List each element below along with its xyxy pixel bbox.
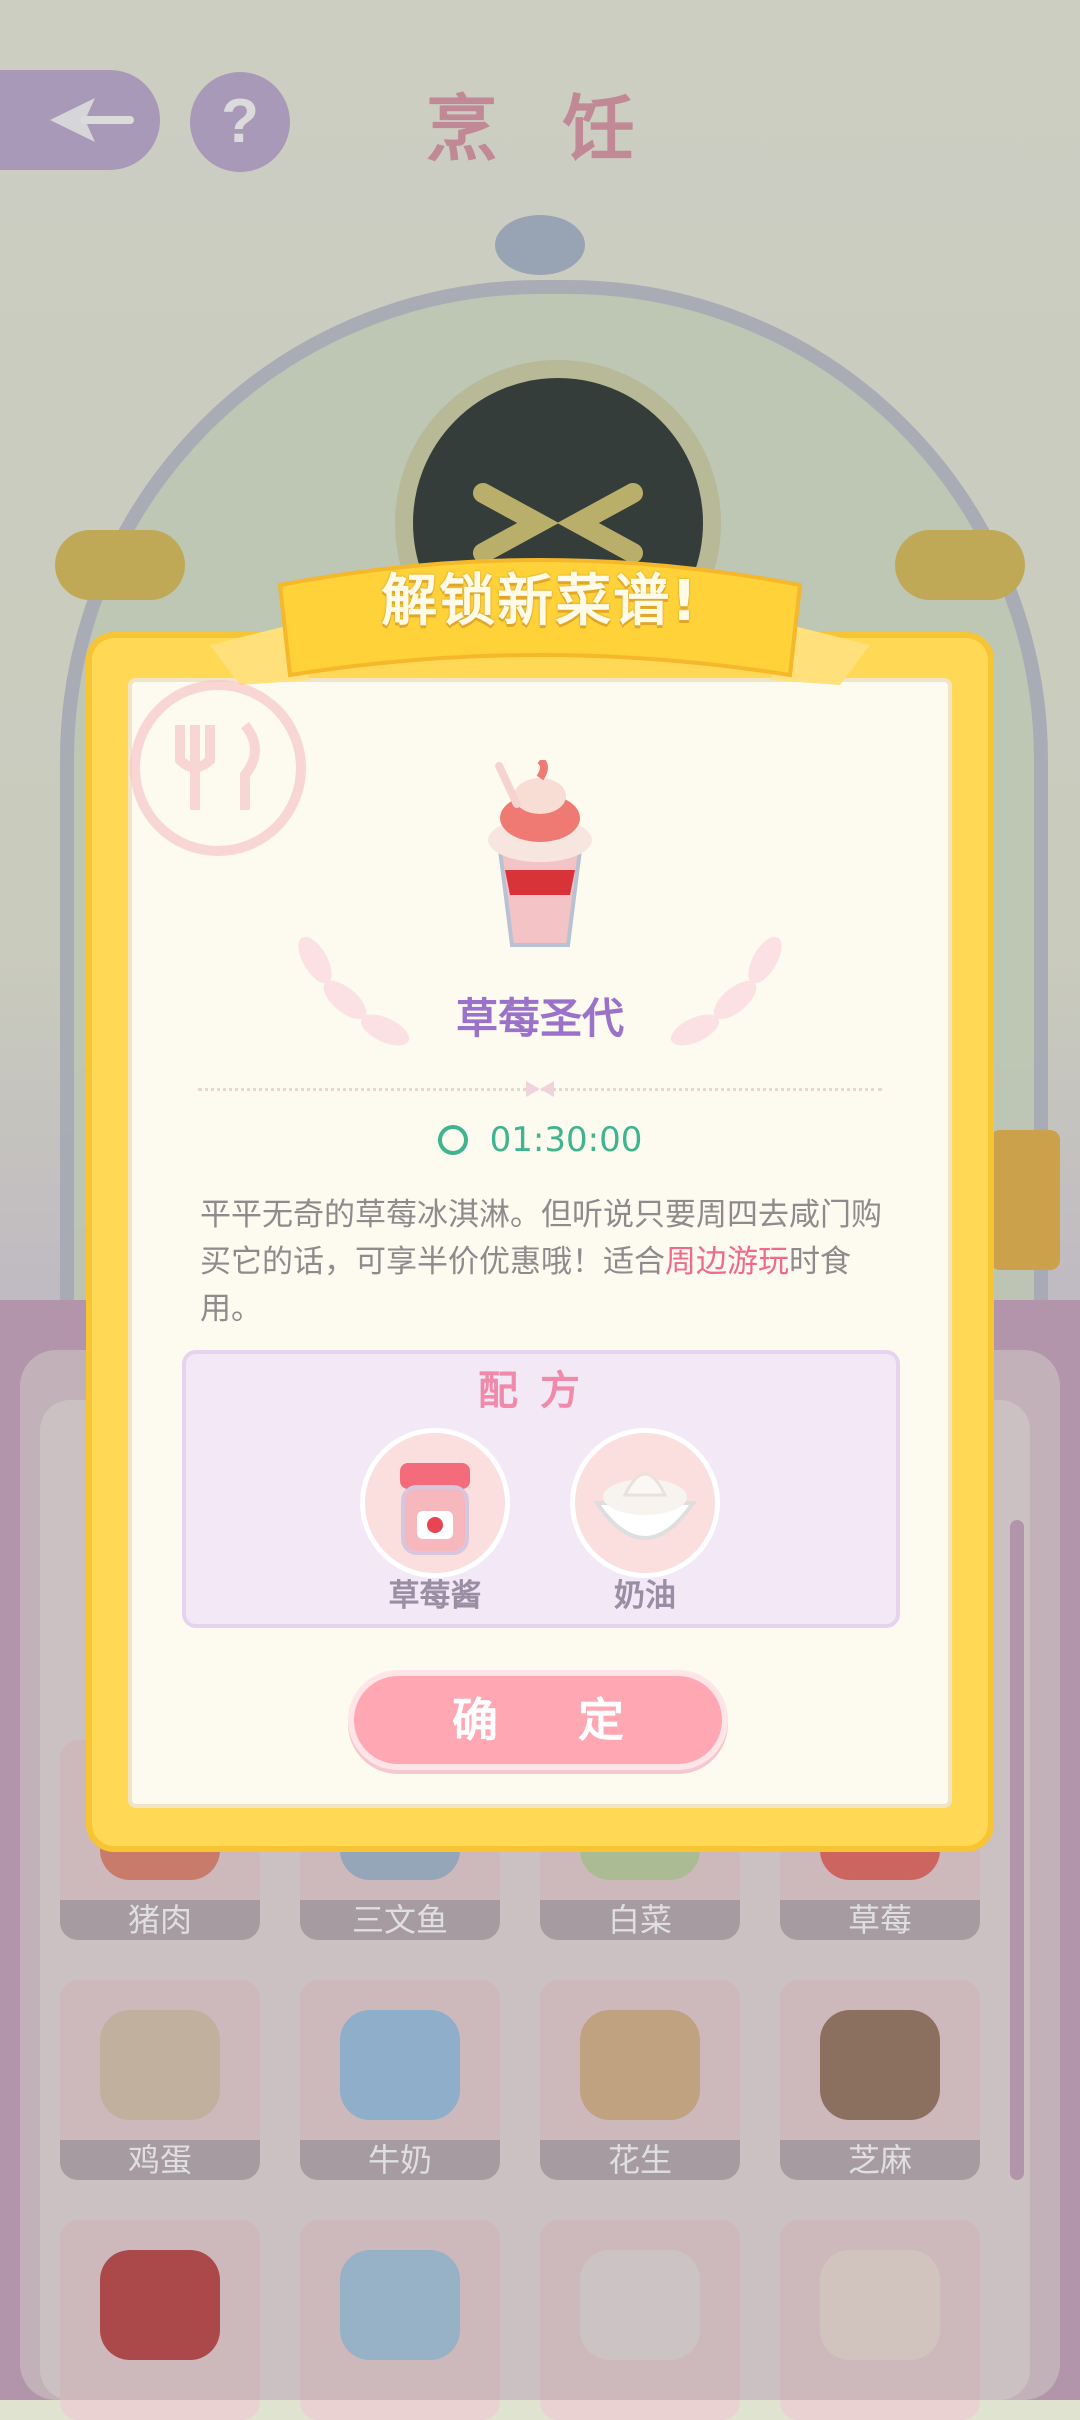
cooking-timer: 01:30:00 xyxy=(0,1120,1080,1160)
clock-icon xyxy=(437,1125,468,1155)
strawberry-jam-icon xyxy=(400,1463,470,1555)
bow-icon xyxy=(526,1081,554,1097)
ingredient-label: 奶油 xyxy=(614,1578,676,1614)
dish-name: 草莓圣代 xyxy=(455,994,624,1043)
confirm-button[interactable]: 确 定 xyxy=(348,1670,728,1770)
ingredient-label: 草莓酱 xyxy=(388,1578,482,1614)
dish-description: 平平无奇的草莓冰淇淋。但听说只要周四去咸门购买它的话，可享半价优惠哦！适合周边游… xyxy=(200,1192,890,1333)
timer-value: 01:30:00 xyxy=(489,1120,643,1160)
ingredient-strawberry-jam xyxy=(360,1428,510,1578)
banner-title: 解锁新菜谱! xyxy=(381,569,699,634)
cream-icon xyxy=(593,1472,697,1540)
recipe-title: 配方 xyxy=(478,1368,602,1414)
ingredient-cream xyxy=(570,1428,720,1578)
description-highlight: 周边游玩 xyxy=(665,1244,789,1280)
kitchen-stamp-icon xyxy=(130,680,306,856)
